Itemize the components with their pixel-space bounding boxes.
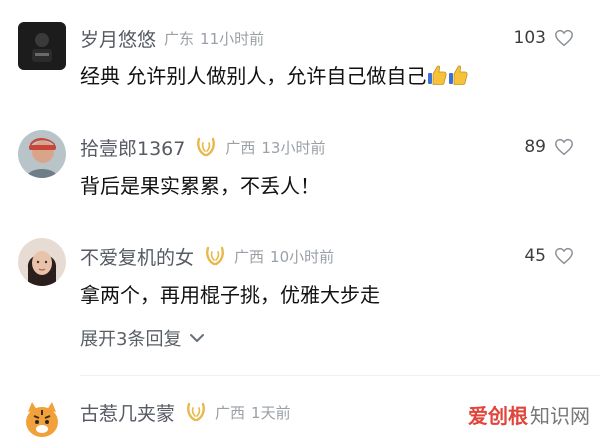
timestamp: 13小时前	[261, 138, 326, 157]
watermark: 爱创根 知识网	[468, 400, 590, 429]
like-button[interactable]: 89	[524, 133, 574, 161]
comment-text: 拿两个，再用棍子挑，优雅大步走	[80, 283, 380, 307]
expand-replies-button[interactable]: 展开3条回复	[80, 325, 205, 351]
comment-header: 岁月悠悠 广东 11小时前	[80, 24, 264, 52]
like-count: 45	[524, 246, 546, 266]
username[interactable]: 不爱复机的女	[80, 243, 194, 270]
thumbs-up-emoji-icon	[428, 65, 447, 85]
timestamp: 1天前	[251, 403, 291, 422]
comment-header: 拾壹郎1367 广西 13小时前	[80, 133, 325, 161]
region-label: 广东	[164, 29, 195, 48]
heart-outline-icon[interactable]	[554, 247, 574, 265]
thumbs-up-emoji-icon	[449, 65, 468, 85]
like-count: 103	[513, 28, 546, 48]
chevron-down-icon	[190, 334, 205, 342]
comment-text-content: 经典 允许别人做别人，允许自己做自己	[80, 64, 427, 88]
comment-text: 背后是果实累累，不丢人！	[80, 174, 320, 198]
comment-text: 经典 允许别人做别人，允许自己做自己	[80, 60, 468, 89]
region-label: 广西	[215, 403, 246, 422]
wreath-badge-icon	[197, 137, 216, 157]
timestamp: 10小时前	[270, 247, 335, 266]
avatar[interactable]	[18, 238, 66, 286]
username[interactable]: 古惹几夹蒙	[80, 399, 175, 426]
avatar[interactable]	[18, 22, 66, 70]
avatar[interactable]	[18, 130, 66, 178]
comment-header: 不爱复机的女 广西 10小时前	[80, 242, 334, 270]
region-label: 广西	[225, 138, 256, 157]
watermark-suffix: 知识网	[530, 404, 590, 428]
like-button[interactable]: 103	[514, 24, 574, 52]
comment-header: 古惹几夹蒙 广西 1天前	[80, 398, 291, 426]
timestamp: 11小时前	[200, 29, 265, 48]
expand-replies-label: 展开3条回复	[80, 329, 182, 350]
heart-outline-icon[interactable]	[554, 29, 574, 47]
wreath-badge-icon	[206, 246, 224, 266]
username[interactable]: 拾壹郎1367	[80, 134, 185, 161]
wreath-badge-icon	[187, 402, 205, 422]
username[interactable]: 岁月悠悠	[80, 25, 156, 52]
heart-outline-icon[interactable]	[554, 138, 574, 156]
region-label: 广西	[234, 247, 265, 266]
watermark-brand: 爱创根	[468, 404, 528, 428]
divider	[80, 375, 600, 376]
like-button[interactable]: 45	[524, 242, 574, 270]
like-count: 89	[524, 137, 546, 157]
